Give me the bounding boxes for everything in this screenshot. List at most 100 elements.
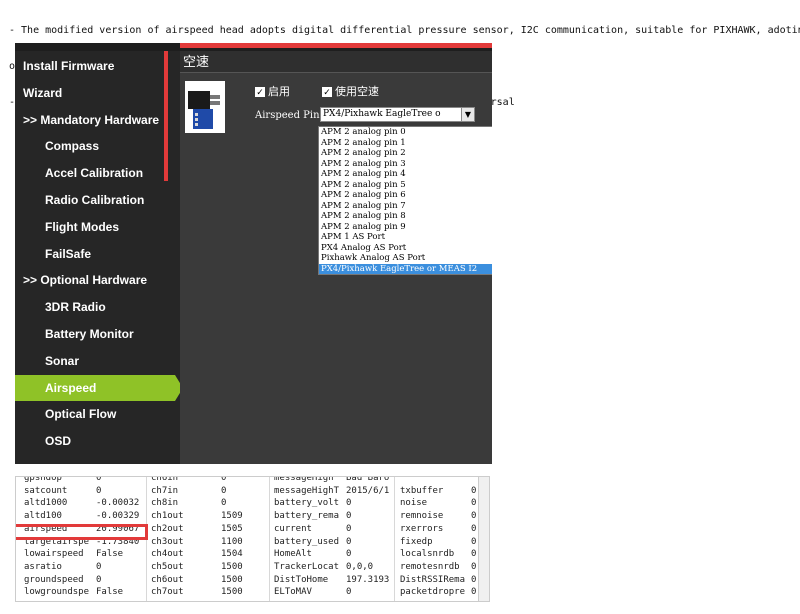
status-field-value: Bad Baro [346,476,390,483]
sidebar-item[interactable]: FailSafe [15,241,175,267]
status-field-value: 197.3193 [346,574,390,585]
status-field-value: 0 [96,574,102,585]
sidebar-item[interactable]: >> Optional Hardware [15,267,183,293]
status-field-name: altd1000 [24,498,68,509]
status-field-name: satcount [24,485,68,496]
status-field-name: ch4out [151,549,184,560]
status-field-name: gpshdop [24,476,62,483]
status-field-value: 0,0,0 [346,561,374,572]
status-field-name: battery_used [274,536,340,547]
status-field-value: False [96,549,124,560]
use-airspeed-label: 使用空速 [335,86,379,98]
status-field-name: ch8in [151,498,179,509]
status-field-name: remotesnrdb [400,561,460,572]
status-field-value: -0.00329 [96,511,140,522]
status-field-value: 0 [346,498,352,509]
selected-pin-value: PX4/Pixhawk EagleTree o [323,109,441,119]
status-field-name: ch7out [151,587,184,598]
pin-option[interactable]: APM 2 analog pin 7 [319,201,492,212]
panel-title: 空速 [180,51,492,73]
pin-option[interactable]: APM 2 analog pin 6 [319,190,492,201]
status-field-name: localsnrdb [400,549,455,560]
status-field-name: ELToMAV [274,587,312,598]
status-field-name: rxerrors [400,523,444,534]
enable-checkbox[interactable]: ✓ 启用 [255,83,290,99]
status-field-name: TrackerLocat [274,561,340,572]
vertical-scrollbar[interactable] [478,477,489,601]
status-field-name: battery_volt [274,498,340,509]
note-line-1: - The modified version of airspeed head … [9,25,800,36]
status-field-value: 1100 [221,536,243,547]
status-field-value: 1500 [221,574,243,585]
pin-option[interactable]: Pixhawk Analog AS Port [319,253,492,264]
pin-option[interactable]: APM 1 AS Port [319,232,492,243]
status-field-value: 0 [346,549,352,560]
airspeed-highlight-box [16,524,148,540]
pin-option[interactable]: APM 2 analog pin 9 [319,222,492,233]
status-field-name: current [274,523,312,534]
pin-option[interactable]: PX4 Analog AS Port [319,243,492,254]
mission-planner-screenshot: Install Firmware Wizard >> Mandatory Hardw… [15,43,492,464]
status-field-name: ch1out [151,511,184,522]
column-divider [269,477,270,601]
sidebar-item[interactable]: >> Mandatory Hardware [15,107,183,133]
status-field-value: 0 [96,561,102,572]
pin-option[interactable]: APM 2 analog pin 5 [319,180,492,191]
sidebar-item[interactable]: 3DR Radio [15,294,175,320]
status-field-value: 0 [221,498,227,509]
pin-option[interactable]: APM 2 analog pin 3 [319,159,492,170]
status-field-name: ch6in [151,476,179,483]
sidebar-item[interactable]: Radio Calibration [15,187,175,213]
status-field-value: 1500 [221,561,243,572]
status-field-value: 2015/6/1 [346,485,390,496]
sidebar-item[interactable]: Flight Modes [15,214,175,240]
status-field-name: lowgroundspe [24,587,90,598]
sidebar-item[interactable]: Install Firmware [15,53,183,79]
use-airspeed-checkbox[interactable]: ✓ 使用空速 [322,83,379,99]
status-field-name: HomeAlt [274,549,312,560]
pin-option[interactable]: APM 2 analog pin 0 [319,127,492,138]
status-field-name: ch5out [151,561,184,572]
status-field-value: 1500 [221,587,243,598]
status-field-name: remnoise [400,511,444,522]
status-field-value: 0 [346,511,352,522]
sidebar-item[interactable]: Wizard [15,80,183,106]
column-divider [394,477,395,601]
status-field-name: packetdropre [400,587,466,598]
sidebar-item[interactable]: OSD [15,428,175,454]
status-field-name: messageHigh [274,476,334,483]
pin-option[interactable]: APM 2 analog pin 4 [319,169,492,180]
airspeed-pin-label: Airspeed Pin [255,110,320,121]
status-field-name: ch2out [151,523,184,534]
status-field-value: 0 [346,523,352,534]
sidebar-item[interactable]: Battery Monitor [15,321,175,347]
status-field-name: DistToHome [274,574,329,585]
sidebar-item[interactable]: Accel Calibration [15,160,175,186]
status-field-name: lowairspeed [24,549,84,560]
status-field-value: 0 [96,485,102,496]
status-field-value: 1504 [221,549,243,560]
red-highlight-line [180,43,492,48]
pin-option[interactable]: APM 2 analog pin 1 [319,138,492,149]
pin-option[interactable]: APM 2 analog pin 2 [319,148,492,159]
chevron-down-icon[interactable]: ▼ [461,108,474,121]
status-field-value: 0 [346,536,352,547]
status-table-screenshot: gpshdop 0 satcount 0 altd1000 -0.00032 altd100… [15,476,490,602]
status-field-value: 0 [221,485,227,496]
sidebar-item[interactable]: Airspeed [15,374,175,401]
status-field-name: txbuffer [400,485,444,496]
checkbox-checked-icon: ✓ [322,87,332,98]
status-field-name: fixedp [400,536,433,547]
pin-option[interactable]: PX4/Pixhawk EagleTree or MEAS I2 [319,263,492,274]
sidebar-item[interactable]: Compass [15,133,175,159]
status-field-value: False [96,587,124,598]
status-field-name: ch7in [151,485,179,496]
pin-options-dropdown: APM 2 analog pin 0 APM 2 analog pin 1 APM … [318,126,492,275]
airspeed-pin-select[interactable]: PX4/Pixhawk EagleTree o ▼ [320,107,475,122]
status-field-name: noise [400,498,428,509]
pin-option[interactable]: APM 2 analog pin 8 [319,211,492,222]
status-field-name: ch6out [151,574,184,585]
sidebar-item[interactable]: Optical Flow [15,401,175,427]
sidebar-item[interactable]: Sonar [15,348,175,374]
status-field-name: groundspeed [24,574,84,585]
